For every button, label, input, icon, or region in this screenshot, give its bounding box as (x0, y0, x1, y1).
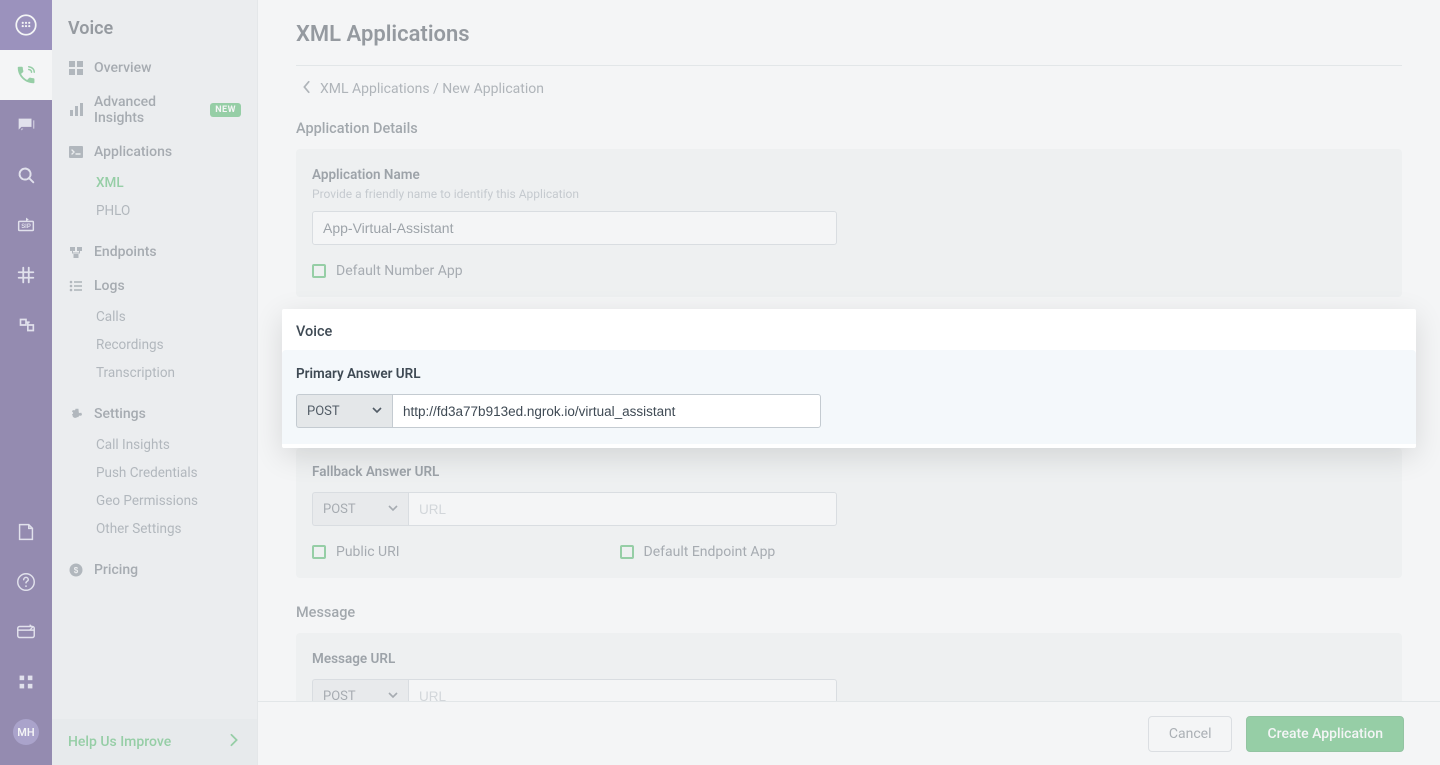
input-application-name[interactable] (312, 211, 837, 245)
create-application-button[interactable]: Create Application (1246, 716, 1404, 752)
page-title: XML Applications (296, 22, 1402, 47)
hint-application-name: Provide a friendly name to identify this… (312, 187, 1386, 201)
checkbox-label: Default Endpoint App (644, 544, 776, 560)
checkbox-label: Default Number App (336, 263, 463, 279)
nav-trunk-icon[interactable] (0, 300, 52, 350)
select-fallback-method[interactable]: POST (312, 492, 408, 526)
terminal-icon (68, 144, 84, 160)
sidebar-title: Voice (52, 0, 257, 51)
section-message: Message (296, 604, 1402, 621)
label-fallback-answer-url: Fallback Answer URL (312, 464, 1386, 480)
sidebar-help-improve[interactable]: Help Us Improve (52, 719, 257, 765)
label-message-url: Message URL (312, 651, 1386, 667)
sidebar-subitem-other-settings[interactable]: Other Settings (52, 515, 257, 543)
sidebar-item-applications[interactable]: Applications (52, 135, 257, 169)
section-application-details: Application Details (296, 120, 1402, 137)
sidebar-item-settings[interactable]: Settings (52, 397, 257, 431)
sidebar-subitem-xml[interactable]: XML (52, 169, 257, 197)
sidebar-subitem-phlo[interactable]: PHLO (52, 197, 257, 225)
sidebar-item-pricing[interactable]: $ Pricing (52, 553, 257, 587)
cancel-button[interactable]: Cancel (1148, 716, 1233, 752)
sidebar-item-advanced-insights[interactable]: Advanced Insights NEW (52, 85, 257, 135)
chevron-down-icon (388, 502, 398, 517)
chevron-left-icon (302, 80, 312, 98)
sidebar-item-label: Pricing (94, 562, 138, 578)
label-application-name: Application Name (312, 167, 1386, 183)
breadcrumb-text: XML Applications / New Application (320, 81, 544, 97)
input-fallback-answer-url[interactable] (408, 492, 837, 526)
nav-sip-icon[interactable]: SIP (0, 200, 52, 250)
sidebar-item-label: Logs (94, 278, 125, 294)
sidebar-item-label: Endpoints (94, 244, 157, 260)
brand-logo-icon[interactable] (0, 0, 52, 50)
endpoints-icon (68, 244, 84, 260)
sidebar-item-label: Settings (94, 406, 146, 422)
avatar-initials: MH (13, 719, 39, 745)
svg-text:$: $ (74, 566, 79, 575)
nav-messaging-icon[interactable] (0, 100, 52, 150)
sidebar-subitem-recordings[interactable]: Recordings (52, 331, 257, 359)
sidebar-item-label: Overview (94, 60, 151, 76)
checkbox-icon (620, 545, 634, 559)
label-primary-answer-url: Primary Answer URL (296, 366, 1402, 382)
sidebar-item-label: Advanced Insights (94, 94, 198, 126)
nav-billing-icon[interactable] (0, 607, 52, 657)
checkbox-default-endpoint-app[interactable]: Default Endpoint App (620, 544, 776, 560)
sidebar-item-endpoints[interactable]: Endpoints (52, 235, 257, 269)
breadcrumb[interactable]: XML Applications / New Application (302, 80, 1402, 98)
nav-help-icon[interactable] (0, 557, 52, 607)
sidebar-subitem-push-credentials[interactable]: Push Credentials (52, 459, 257, 487)
divider (296, 65, 1402, 66)
chevron-down-icon (372, 404, 382, 419)
bar-chart-icon (68, 102, 84, 118)
chevron-right-icon (227, 733, 241, 751)
nav-apps-icon[interactable] (0, 657, 52, 707)
sidebar-subitem-calls[interactable]: Calls (52, 303, 257, 331)
badge-new: NEW (210, 103, 241, 117)
nav-docs-icon[interactable] (0, 507, 52, 557)
nav-account-avatar[interactable]: MH (0, 707, 52, 757)
nav-voice-icon[interactable] (0, 50, 52, 100)
panel-application-details: Application Name Provide a friendly name… (296, 149, 1402, 297)
checkbox-label: Public URI (336, 544, 400, 560)
select-primary-method[interactable]: POST (296, 394, 392, 428)
select-value: POST (323, 502, 356, 517)
sidebar-subitem-call-insights[interactable]: Call Insights (52, 431, 257, 459)
gear-icon (68, 406, 84, 422)
svg-text:SIP: SIP (21, 224, 31, 230)
dollar-icon: $ (68, 562, 84, 578)
checkbox-icon (312, 264, 326, 278)
help-improve-label: Help Us Improve (68, 734, 171, 750)
sidebar-subitem-transcription[interactable]: Transcription (52, 359, 257, 387)
panel-voice-continued: Hangup URL POST Fallback Answer URL (296, 448, 1402, 578)
checkbox-icon (312, 545, 326, 559)
nav-lookup-icon[interactable] (0, 150, 52, 200)
sidebar-item-overview[interactable]: Overview (52, 51, 257, 85)
section-voice: Voice (296, 323, 1402, 340)
checkbox-default-number-app[interactable]: Default Number App (312, 263, 1386, 279)
list-icon (68, 278, 84, 294)
dashboard-icon (68, 60, 84, 76)
input-primary-answer-url[interactable] (392, 394, 821, 428)
sidebar-subitem-geo-permissions[interactable]: Geo Permissions (52, 487, 257, 515)
select-value: POST (307, 404, 340, 419)
checkbox-public-uri[interactable]: Public URI (312, 544, 400, 560)
sidebar-item-logs[interactable]: Logs (52, 269, 257, 303)
sidebar-item-label: Applications (94, 144, 172, 160)
nav-numbers-icon[interactable] (0, 250, 52, 300)
